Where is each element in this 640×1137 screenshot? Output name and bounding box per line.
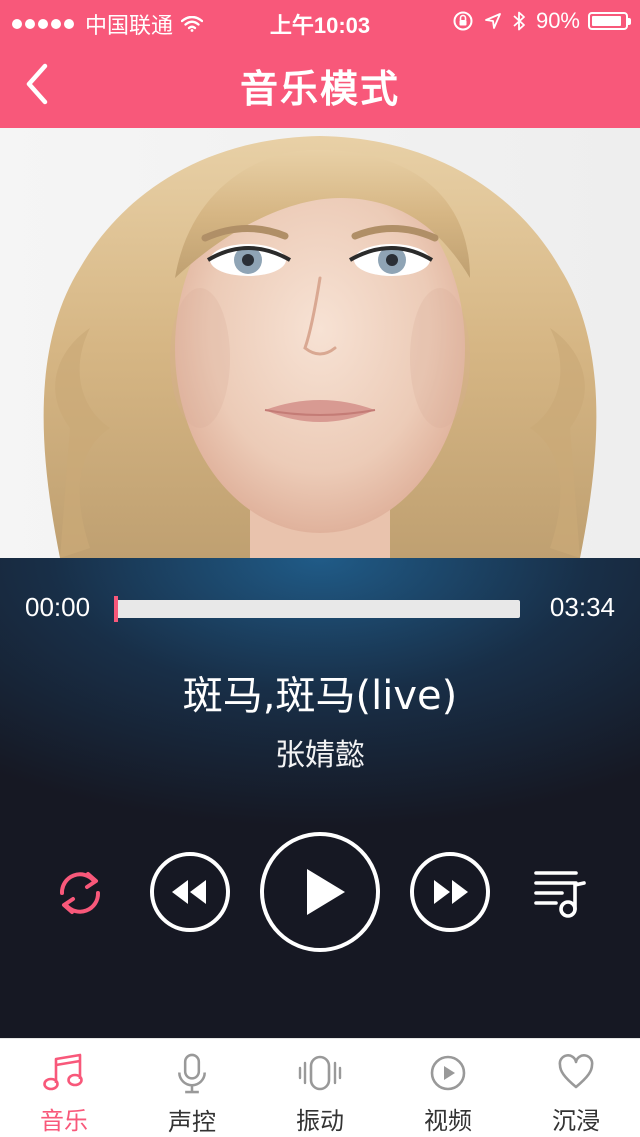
progress-knob[interactable] bbox=[114, 596, 118, 622]
repeat-icon bbox=[59, 872, 101, 914]
tab-label: 声控 bbox=[168, 1108, 216, 1136]
page-header: 音乐模式 bbox=[0, 40, 640, 128]
bluetooth-icon bbox=[513, 11, 525, 31]
bottom-tab-bar: 音乐 声控 振动 视频 沉浸 bbox=[0, 1038, 640, 1137]
tab-music[interactable]: 音乐 bbox=[0, 1039, 128, 1137]
playback-controls bbox=[0, 826, 640, 956]
tab-label: 振动 bbox=[296, 1107, 344, 1135]
fast-forward-icon bbox=[410, 852, 490, 932]
page-title: 音乐模式 bbox=[239, 67, 400, 111]
playlist-button[interactable] bbox=[530, 866, 590, 920]
top-bar: 中国联通 上午10:03 90% 音乐模式 bbox=[0, 0, 640, 128]
video-play-icon bbox=[430, 1055, 466, 1091]
microphone-icon bbox=[178, 1053, 206, 1094]
progress-bar[interactable] bbox=[114, 596, 520, 622]
tab-voice[interactable]: 声控 bbox=[128, 1039, 256, 1137]
song-title: 斑马,斑马(live) bbox=[182, 673, 458, 719]
tab-label: 沉浸 bbox=[552, 1107, 600, 1135]
status-bar: 中国联通 上午10:03 90% bbox=[0, 0, 640, 40]
battery-icon bbox=[588, 12, 631, 30]
playlist-icon bbox=[534, 871, 586, 918]
total-time: 03:34 bbox=[549, 592, 615, 622]
vibrate-icon bbox=[298, 1055, 342, 1091]
tab-label: 视频 bbox=[424, 1107, 472, 1135]
current-time: 00:00 bbox=[25, 592, 91, 622]
album-cover-image bbox=[0, 128, 640, 558]
orientation-lock-icon bbox=[453, 11, 473, 31]
rewind-icon bbox=[150, 852, 230, 932]
tab-video[interactable]: 视频 bbox=[384, 1039, 512, 1137]
music-note-icon bbox=[43, 1053, 83, 1091]
previous-button[interactable] bbox=[148, 850, 232, 934]
artist-name: 张婧懿 bbox=[275, 738, 365, 773]
tab-vibrate[interactable]: 振动 bbox=[256, 1039, 384, 1137]
battery-percent: 90% bbox=[535, 8, 580, 33]
tab-label: 音乐 bbox=[40, 1107, 88, 1135]
location-icon bbox=[485, 13, 501, 29]
play-button[interactable] bbox=[259, 831, 381, 953]
heart-icon bbox=[558, 1054, 594, 1089]
play-icon bbox=[260, 832, 380, 952]
album-artwork bbox=[0, 128, 640, 558]
player-panel: 00:00 03:34 斑马,斑马(live) 张婧懿 bbox=[0, 558, 640, 1038]
repeat-button[interactable] bbox=[50, 863, 110, 923]
tab-immersive[interactable]: 沉浸 bbox=[512, 1039, 640, 1137]
status-right: 90% bbox=[442, 8, 631, 34]
next-button[interactable] bbox=[408, 850, 492, 934]
